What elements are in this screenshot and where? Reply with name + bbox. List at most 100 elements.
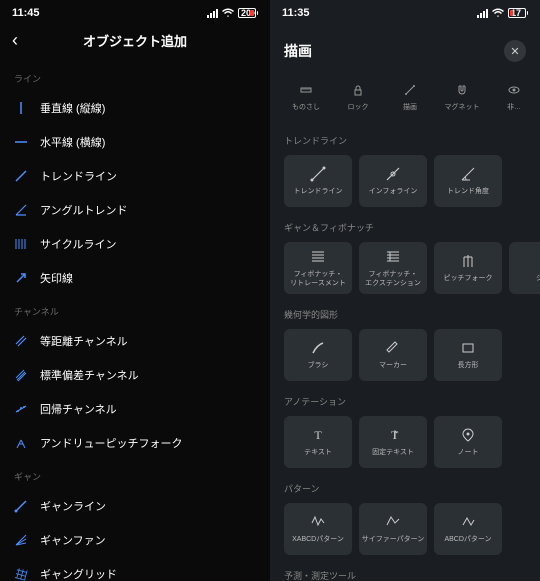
card-label: フィボナッチ・ エクステンション — [365, 271, 421, 288]
card-grid: トレンドラインインフォライン トレンド角度 — [270, 149, 540, 213]
card-text[interactable]: Tテキスト — [284, 416, 352, 468]
list-item-label: アンドリューピッチフォーク — [40, 435, 183, 451]
list-item-label: 等距離チャンネル — [40, 333, 128, 349]
tool-draw[interactable]: 描画 — [388, 76, 432, 118]
section-label: ライン — [0, 62, 270, 91]
section-label: ギャン＆フィボナッチ — [270, 213, 540, 236]
object-list[interactable]: ライン垂直線 (縦線) 水平線 (横線) トレンドラインアングルトレンドサイクルライ… — [0, 62, 270, 581]
ggrid-icon — [14, 567, 28, 581]
vline-icon — [14, 101, 28, 115]
trendangle-icon — [459, 165, 477, 183]
tool-label: ものさし — [292, 102, 320, 112]
list-item-arrow[interactable]: 矢印線 — [0, 261, 270, 295]
gfan-icon — [14, 533, 28, 547]
list-item-angle[interactable]: アングルトレンド — [0, 193, 270, 227]
card-trendline[interactable]: トレンドライン — [284, 155, 352, 207]
card-label: 長方形 — [458, 362, 479, 370]
card-pitchfork[interactable]: ピッチフォーク — [434, 242, 502, 294]
card-rect[interactable]: 長方形 — [434, 329, 502, 381]
section-label: トレンドライン — [270, 126, 540, 149]
trend-icon — [14, 169, 28, 183]
card-label: ABCDパターン — [444, 536, 491, 544]
list-item-hline[interactable]: 水平線 (横線) — [0, 125, 270, 159]
card-infoline[interactable]: インフォライン — [359, 155, 427, 207]
card-grid: TテキストT固定テキストノート — [270, 410, 540, 474]
wifi-icon — [492, 8, 504, 18]
draw-icon — [402, 82, 418, 98]
card-trendangle[interactable]: トレンド角度 — [434, 155, 502, 207]
fibretrace-icon — [309, 248, 327, 266]
card-shf[interactable]: シフ — [509, 242, 540, 294]
card-grid: ブラシマーカー 長方形 — [270, 323, 540, 387]
status-time: 11:35 — [282, 7, 310, 19]
hline-icon — [14, 135, 28, 149]
list-item-label: アングルトレンド — [40, 202, 128, 218]
card-brush[interactable]: ブラシ — [284, 329, 352, 381]
regress-icon — [14, 402, 28, 416]
card-fibretrace[interactable]: フィボナッチ・ リトレースメント — [284, 242, 352, 294]
left-phone: 11:45 20+ ‹ オブジェクト追加 ライン垂直線 (縦線)水平線 (横線)… — [0, 0, 270, 581]
card-label: ピッチフォーク — [444, 275, 493, 283]
tool-lock[interactable]: ロック — [336, 76, 380, 118]
card-xabcd[interactable]: XABCDパターン — [284, 503, 352, 555]
list-item-gfan[interactable]: ギャンファン — [0, 523, 270, 557]
section-label: アノテーション — [270, 387, 540, 410]
list-item-label: 水平線 (横線) — [40, 134, 105, 150]
tool-eye[interactable]: 非… — [492, 76, 536, 118]
svg-text:T: T — [314, 428, 322, 442]
right-phone: 11:35 17 描画 ✕ ものさしロック描画マグネット非… トレンドライントレ… — [270, 0, 540, 581]
list-item-ggrid[interactable]: ギャングリッド — [0, 557, 270, 581]
list-item-label: ギャンファン — [40, 532, 106, 548]
tool-magnet[interactable]: マグネット — [440, 76, 484, 118]
ruler-icon — [298, 82, 314, 98]
pitchfork-icon — [459, 252, 477, 270]
list-item-label: 標準偏差チャンネル — [40, 367, 139, 383]
tool-label: 描画 — [403, 102, 417, 112]
fibext-icon — [384, 248, 402, 266]
text-icon: T — [309, 426, 327, 444]
list-item-label: ギャングリッド — [40, 566, 117, 581]
shf-icon — [534, 252, 540, 270]
status-time: 11:45 — [12, 7, 40, 19]
card-label: マーカー — [379, 362, 407, 370]
tool-ruler[interactable]: ものさし — [284, 76, 328, 118]
tool-label: 非… — [507, 102, 521, 112]
eye-icon — [506, 82, 522, 98]
card-marker[interactable]: マーカー — [359, 329, 427, 381]
list-item-trend[interactable]: トレンドライン — [0, 159, 270, 193]
list-item-label: 垂直線 (縦線) — [40, 100, 105, 116]
battery-icon: 17 — [508, 8, 528, 18]
card-fixedtext[interactable]: T固定テキスト — [359, 416, 427, 468]
trendline-icon — [309, 165, 327, 183]
card-label: インフォライン — [369, 188, 418, 196]
card-label: 固定テキスト — [372, 449, 414, 457]
battery-icon: 20+ — [238, 8, 258, 18]
close-button[interactable]: ✕ — [504, 40, 526, 62]
xabcd-icon — [309, 513, 327, 531]
card-cypher[interactable]: サイファーパターン — [359, 503, 427, 555]
card-label: トレンド角度 — [447, 188, 489, 196]
list-item-label: 回帰チャンネル — [40, 401, 117, 417]
signal-icon — [477, 9, 488, 18]
section-label: ギャン — [0, 460, 270, 489]
list-item-equi[interactable]: 等距離チャンネル — [0, 324, 270, 358]
gline-icon — [14, 499, 28, 513]
list-item-stddev[interactable]: 標準偏差チャンネル — [0, 358, 270, 392]
equi-icon — [14, 334, 28, 348]
list-item-gline[interactable]: ギャンライン — [0, 489, 270, 523]
card-label: シフ — [536, 275, 540, 283]
card-grid: フィボナッチ・ リトレースメントフィボナッチ・ エクステンション ピッチフォーク シ… — [270, 236, 540, 300]
list-item-cycle[interactable]: サイクルライン — [0, 227, 270, 261]
tool-label: マグネット — [445, 102, 480, 112]
status-bar: 11:45 20+ — [0, 0, 270, 26]
list-item-vline[interactable]: 垂直線 (縦線) — [0, 91, 270, 125]
card-label: サイファーパターン — [362, 536, 425, 544]
marker-icon — [384, 339, 402, 357]
card-note[interactable]: ノート — [434, 416, 502, 468]
card-fibext[interactable]: フィボナッチ・ エクステンション — [359, 242, 427, 294]
list-item-label: トレンドライン — [40, 168, 117, 184]
signal-icon — [207, 9, 218, 18]
list-item-regress[interactable]: 回帰チャンネル — [0, 392, 270, 426]
list-item-pitch[interactable]: アンドリューピッチフォーク — [0, 426, 270, 460]
card-abcd[interactable]: ABCDパターン — [434, 503, 502, 555]
